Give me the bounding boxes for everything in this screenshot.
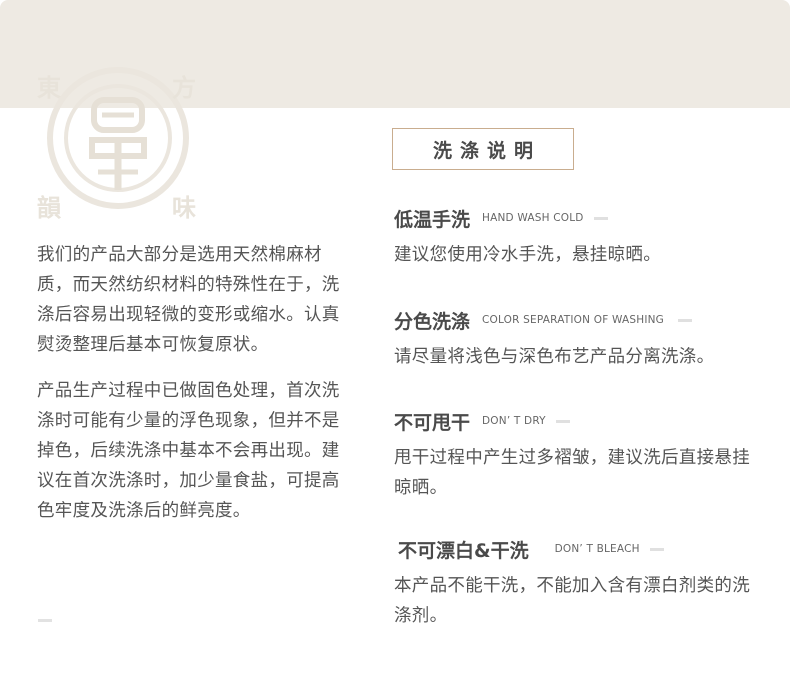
care-item-subtitle: DON’ T BLEACH xyxy=(554,543,640,555)
divider-dash xyxy=(649,547,664,551)
intro-paragraph: 我们的产品大部分是选用天然棉麻材质，而天然纺织材料的特殊性在于，洗涤后容易出现轻… xyxy=(37,245,340,355)
care-item-subtitle: COLOR SEPARATION OF WASHING xyxy=(482,314,665,326)
care-item: 低温手洗 HAND WASH COLD 建议您使用冷水手洗，悬挂晾晒。 xyxy=(394,203,764,270)
care-item-title: 低温手洗 xyxy=(394,208,471,231)
intro-paragraph: 产品生产过程中已做固色处理，首次洗涤时可能有少量的浮色现象，但并不是掉色，后续洗… xyxy=(37,381,340,521)
divider-dash xyxy=(678,318,693,322)
care-item-subtitle: HAND WASH COLD xyxy=(482,212,584,224)
care-item: 分色洗涤 COLOR SEPARATION OF WASHING 请尽量将浅色与… xyxy=(394,305,764,372)
divider-dash xyxy=(555,419,570,423)
divider-dash xyxy=(38,619,52,622)
care-item-text: 甩干过程中产生过多褶皱，建议洗后直接悬挂晾晒。 xyxy=(394,448,750,498)
care-item-text: 本产品不能干洗，不能加入含有漂白剂类的洗涤剂。 xyxy=(394,576,750,626)
care-item-text: 请尽量将浅色与深色布艺产品分离洗涤。 xyxy=(394,347,715,367)
seal-corner-text: 韻 xyxy=(37,193,61,222)
seal-corner-text: 方 xyxy=(172,73,196,102)
brand-seal-logo: 東 方 韻 味 xyxy=(32,60,202,230)
divider-dash xyxy=(593,216,608,220)
seal-corner-text: 味 xyxy=(172,193,196,222)
care-item-subtitle: DON’ T DRY xyxy=(482,415,546,427)
fabric-care-intro: 我们的产品大部分是选用天然棉麻材质，而天然纺织材料的特殊性在于，洗涤后容易出现轻… xyxy=(37,240,347,542)
care-item-title: 不可漂白&干洗 xyxy=(398,539,529,562)
care-item-title: 不可甩干 xyxy=(394,411,471,434)
care-item: 不可甩干 DON’ T DRY 甩干过程中产生过多褶皱，建议洗后直接悬挂晾晒。 xyxy=(394,406,764,503)
care-item-title: 分色洗涤 xyxy=(394,310,471,333)
care-item: 不可漂白&干洗 DON’ T BLEACH 本产品不能干洗，不能加入含有漂白剂类… xyxy=(394,534,764,631)
care-item-text: 建议您使用冷水手洗，悬挂晾晒。 xyxy=(394,245,661,265)
section-title: 洗涤说明 xyxy=(392,128,574,170)
seal-corner-text: 東 xyxy=(37,73,61,102)
